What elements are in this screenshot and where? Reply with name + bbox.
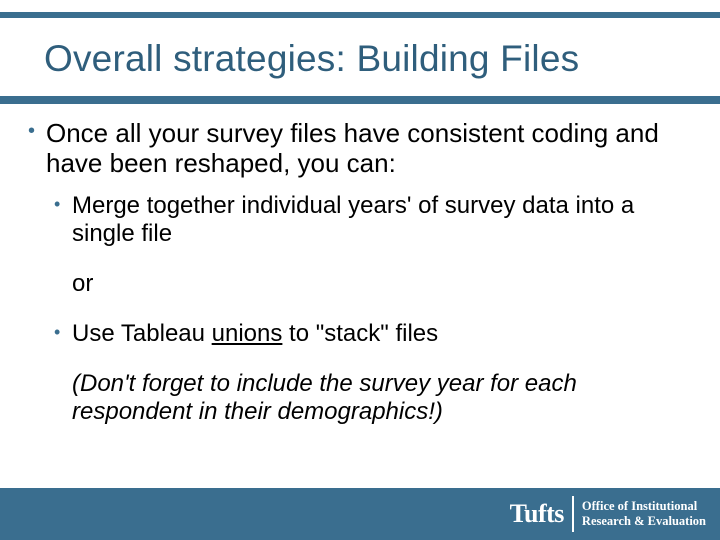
slide-title: Overall strategies: Building Files bbox=[44, 38, 690, 80]
bullet-level2-merge-text: Merge together individual years' of surv… bbox=[72, 192, 634, 247]
bullet-level2-unions-post: to "stack" files bbox=[282, 320, 438, 347]
vertical-divider bbox=[572, 496, 574, 532]
bullet-level2-unions: Use Tableau unions to "stack" files bbox=[54, 320, 690, 348]
top-accent-bar bbox=[0, 12, 720, 18]
note-text: (Don't forget to include the survey year… bbox=[72, 370, 577, 425]
office-name: Office of Institutional Research & Evalu… bbox=[582, 499, 706, 529]
tufts-logo: Tufts bbox=[510, 499, 564, 529]
bullet-level2-unions-pre: Use Tableau bbox=[72, 320, 212, 347]
bullet-level2-merge: Merge together individual years' of surv… bbox=[54, 192, 690, 248]
slide: Overall strategies: Building Files Once … bbox=[0, 0, 720, 540]
footer-bar: Tufts Office of Institutional Research &… bbox=[0, 488, 720, 540]
bullet-level2-unions-underlined: unions bbox=[212, 320, 283, 347]
bullet-level1-text: Once all your survey files have consiste… bbox=[46, 118, 659, 178]
office-line1: Office of Institutional bbox=[582, 499, 706, 514]
bullet-level1: Once all your survey files have consiste… bbox=[28, 118, 690, 178]
footer-logo-block: Tufts Office of Institutional Research &… bbox=[510, 496, 706, 532]
office-line2: Research & Evaluation bbox=[582, 514, 706, 529]
or-text: or bbox=[72, 270, 93, 297]
title-underline bbox=[0, 96, 720, 104]
content-area: Once all your survey files have consiste… bbox=[28, 118, 690, 426]
note-text-block: (Don't forget to include the survey year… bbox=[72, 370, 690, 427]
or-separator: or bbox=[72, 270, 690, 298]
